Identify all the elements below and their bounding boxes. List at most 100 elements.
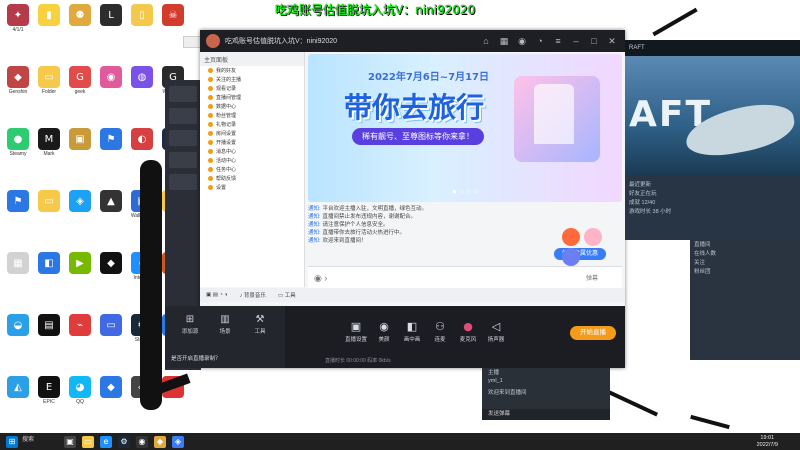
side-list-item[interactable]: 礼物记录 bbox=[200, 120, 304, 129]
desktop-icon[interactable]: M Mark bbox=[34, 128, 64, 157]
desktop-icon[interactable]: ▮ bbox=[34, 4, 64, 27]
avatar[interactable] bbox=[206, 34, 220, 48]
desktop-icon[interactable]: ◭ bbox=[3, 376, 33, 399]
close-icon[interactable]: ✕ bbox=[605, 34, 619, 48]
side-list-item[interactable]: 数据中心 bbox=[200, 102, 304, 111]
side-list-item[interactable]: 帮助反馈 bbox=[200, 174, 304, 183]
desktop-icon[interactable]: E EPIC bbox=[34, 376, 64, 405]
game-panel-row[interactable]: 好友正在玩 bbox=[629, 189, 796, 198]
bell-icon[interactable]: ◔ bbox=[533, 34, 547, 48]
side-list-item[interactable]: 我的好友 bbox=[200, 66, 304, 75]
desktop-icon[interactable]: ◈ bbox=[65, 190, 95, 213]
toolbar-item[interactable]: ♪ 背景音乐 bbox=[240, 291, 266, 299]
desktop-icon[interactable]: ◉ bbox=[96, 66, 126, 89]
minimize-icon[interactable]: – bbox=[569, 34, 583, 48]
desktop-icon[interactable]: ▶ bbox=[65, 252, 95, 275]
game-panel-row[interactable]: 游戏时长 38 小时 bbox=[629, 207, 796, 216]
taskbar-search[interactable]: 搜索 bbox=[22, 434, 34, 443]
desktop-icon[interactable]: ▯ bbox=[127, 4, 157, 27]
go-live-button[interactable]: 开始直播 bbox=[570, 326, 616, 340]
speaker-button[interactable]: ◁ 扬声器 bbox=[483, 320, 509, 343]
sidebar-slot[interactable] bbox=[169, 108, 197, 124]
gamepad-icon[interactable]: ◉ › bbox=[314, 273, 327, 284]
home-icon[interactable]: ⌂ bbox=[479, 34, 493, 48]
desktop-icon[interactable]: ◆ Genshin bbox=[3, 66, 33, 95]
desktop-icon[interactable]: ◧ bbox=[34, 252, 64, 275]
sidebar-slot[interactable] bbox=[169, 174, 197, 190]
right-panel-row[interactable]: 粉丝团 bbox=[690, 267, 800, 276]
desktop-icon[interactable]: ◆ bbox=[96, 376, 126, 399]
desktop-icon[interactable]: L bbox=[96, 4, 126, 27]
beauty-button[interactable]: ◉ 美颜 bbox=[371, 320, 397, 343]
danmu-label[interactable]: 弹幕 bbox=[586, 273, 598, 282]
mic-button[interactable]: ● 麦克风 bbox=[455, 320, 481, 343]
game-art[interactable]: AFT bbox=[625, 56, 800, 176]
desktop-icon[interactable]: Ggeek bbox=[65, 66, 95, 95]
edge-icon[interactable]: e bbox=[100, 435, 112, 448]
carousel-dots[interactable]: ● ○ ○ ○ bbox=[308, 187, 622, 196]
side-list-item[interactable]: 直播间管理 bbox=[200, 93, 304, 102]
folder-icon[interactable]: ▭ bbox=[82, 435, 94, 448]
app-icon[interactable]: ◈ bbox=[172, 435, 184, 448]
maximize-icon[interactable]: □ bbox=[587, 34, 601, 48]
desktop-icon[interactable]: ▭ Folder bbox=[34, 66, 64, 95]
side-list-item[interactable]: 房间设置 bbox=[200, 129, 304, 138]
right-panel-row[interactable]: 直播间 bbox=[690, 240, 800, 249]
desktop-icon[interactable]: ⚉ bbox=[65, 4, 95, 27]
scene-button[interactable]: ▥ 场景 bbox=[210, 314, 240, 335]
game-panel-row[interactable]: 最近更新 bbox=[629, 180, 796, 189]
sidebar-slot[interactable] bbox=[169, 86, 197, 102]
desktop-icon[interactable]: ⌁ bbox=[65, 314, 95, 337]
side-list-item[interactable]: 任务中心 bbox=[200, 165, 304, 174]
event-banner[interactable]: 2022年7月6日~7月17日 带你去旅行 稀有靓号、至尊图标等你来拿！ ● ○… bbox=[308, 54, 622, 202]
sidebar-slot[interactable] bbox=[169, 130, 197, 146]
desktop-icon[interactable]: ◆ bbox=[96, 252, 126, 275]
desktop-icon[interactable]: ⚑ bbox=[96, 128, 126, 151]
desktop-icon[interactable]: ▲ bbox=[96, 190, 126, 213]
side-list-item[interactable]: 观看记录 bbox=[200, 84, 304, 93]
sidebar-slot[interactable] bbox=[169, 152, 197, 168]
steam-icon[interactable]: ⚙ bbox=[118, 435, 130, 448]
send-danmu-bar[interactable]: 发送弹幕 bbox=[482, 409, 610, 420]
add-source-button[interactable]: ⊞ 添加源 bbox=[175, 314, 205, 335]
desktop-icon[interactable]: ▣ bbox=[65, 128, 95, 151]
side-list-item[interactable]: 消息中心 bbox=[200, 147, 304, 156]
desktop-icon[interactable]: ◒ bbox=[3, 314, 33, 337]
side-list-item[interactable]: 活动中心 bbox=[200, 156, 304, 165]
tools-button[interactable]: ⚒ 工具 bbox=[245, 314, 275, 335]
toolbar-item[interactable]: ▣ ▤ ◔ ◑ bbox=[206, 292, 228, 298]
side-list-item[interactable]: 粉丝管理 bbox=[200, 111, 304, 120]
desktop-icon[interactable]: ● Steamy bbox=[3, 128, 33, 157]
gift-icon[interactable] bbox=[584, 228, 603, 246]
desktop-icon[interactable]: ◍ bbox=[127, 66, 157, 89]
taskview-icon[interactable]: ▣ bbox=[64, 435, 76, 448]
desktop-icon[interactable]: ◕ QQ bbox=[65, 376, 95, 405]
desktop-icon[interactable]: ☠ bbox=[158, 4, 188, 27]
toolbar-item[interactable]: ▭ 工具 bbox=[278, 291, 296, 299]
record-question[interactable]: 是否开启直播录制？ bbox=[171, 354, 221, 362]
desktop-icon[interactable]: ◐ bbox=[127, 128, 157, 151]
menu-icon[interactable]: ≡ bbox=[551, 34, 565, 48]
connect-button[interactable]: ⚇ 连麦 bbox=[427, 320, 453, 343]
right-panel-row[interactable]: 在线人数 bbox=[690, 249, 800, 258]
right-panel-row[interactable]: 关注 bbox=[690, 258, 800, 267]
side-list-item[interactable]: 设置 bbox=[200, 183, 304, 192]
desktop-icon[interactable]: ✦ 4/1/1 bbox=[3, 4, 33, 33]
banner-pill[interactable]: 稀有靓号、至尊图标等你来拿！ bbox=[352, 128, 484, 145]
game-header[interactable]: RAFT bbox=[625, 40, 800, 56]
taskbar-clock[interactable]: 19:01 2022/7/9 bbox=[757, 435, 778, 449]
desktop-icon[interactable]: ▦ bbox=[3, 252, 33, 275]
desktop-icon[interactable]: ▤ bbox=[34, 314, 64, 337]
obs-icon[interactable]: ◉ bbox=[136, 435, 148, 448]
gamepad-icon[interactable]: ◉ bbox=[515, 34, 529, 48]
app-icon[interactable]: ◆ bbox=[154, 435, 166, 448]
game-panel-row[interactable]: 成就 12/40 bbox=[629, 198, 796, 207]
desktop-icon[interactable]: ▭ bbox=[96, 314, 126, 337]
grid-icon[interactable]: ▦ bbox=[497, 34, 511, 48]
desktop-icon[interactable]: ▭ bbox=[34, 190, 64, 213]
windows-start-icon[interactable]: ⊞ bbox=[6, 435, 18, 448]
pip-button[interactable]: ◧ 画中画 bbox=[399, 320, 425, 343]
settings-icon[interactable] bbox=[562, 248, 580, 266]
gift-icon[interactable] bbox=[562, 228, 580, 246]
chat-input[interactable]: ◉ › 弹幕 bbox=[308, 266, 622, 290]
